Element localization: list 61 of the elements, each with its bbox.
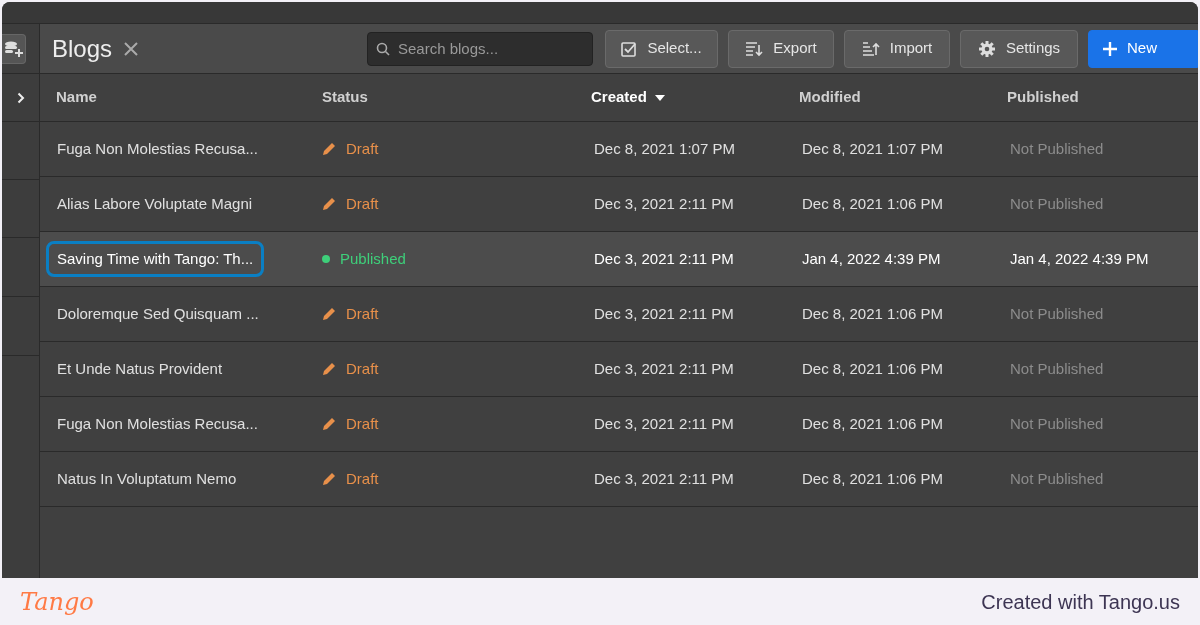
created-date: Dec 3, 2021 2:11 PM (594, 360, 734, 377)
chevron-right-icon (16, 91, 25, 104)
add-database-button[interactable] (2, 33, 26, 64)
import-icon (861, 40, 880, 57)
created-date: Dec 3, 2021 2:11 PM (594, 250, 734, 267)
published-date: Not Published (1010, 360, 1104, 377)
published-date: Not Published (1010, 470, 1104, 487)
published-date: Not Published (1010, 305, 1104, 322)
page-title: Blogs (52, 33, 113, 64)
column-header[interactable]: Created (591, 86, 647, 109)
column-header[interactable]: Name (56, 86, 97, 109)
import-button[interactable]: Import (844, 29, 950, 68)
footer-text: Created with Tango.us (981, 589, 1180, 615)
status-label: Draft (346, 468, 379, 489)
blog-name[interactable]: Saving Time with Tango: Th... (46, 240, 265, 278)
tango-logo: Tango (20, 586, 94, 618)
modified-date: Dec 8, 2021 1:06 PM (802, 415, 943, 432)
blog-name[interactable]: Natus In Voluptatum Nemo (46, 460, 248, 498)
new-button[interactable]: New (1088, 29, 1198, 68)
status-label: Draft (346, 193, 379, 214)
published-date: Jan 4, 2022 4:39 PM (1010, 250, 1149, 267)
published-date: Not Published (1010, 415, 1104, 432)
search-field[interactable]: Search blogs... (367, 31, 593, 66)
plus-icon (1103, 41, 1117, 56)
modified-date: Dec 8, 2021 1:07 PM (802, 140, 943, 157)
checkbox-icon (621, 40, 638, 57)
published-date: Not Published (1010, 140, 1104, 157)
search-icon (376, 41, 390, 56)
column-header[interactable]: Status (322, 86, 368, 109)
blog-name[interactable]: Fuga Non Molestias Recusa... (46, 130, 269, 168)
export-icon (745, 40, 764, 57)
created-date: Dec 3, 2021 2:11 PM (594, 470, 734, 487)
sort-descending-icon[interactable] (654, 94, 665, 101)
modified-date: Dec 8, 2021 1:06 PM (802, 470, 943, 487)
status-label: Draft (346, 358, 379, 379)
created-date: Dec 3, 2021 2:11 PM (594, 195, 734, 212)
close-icon[interactable] (124, 41, 139, 56)
database-add-icon (4, 39, 23, 58)
modified-date: Dec 8, 2021 1:06 PM (802, 195, 943, 212)
modified-date: Dec 8, 2021 1:06 PM (802, 305, 943, 322)
select-button[interactable]: Select... (605, 29, 718, 68)
blog-name[interactable]: Alias Labore Voluptate Magni (46, 185, 264, 223)
status-label: Draft (346, 413, 379, 434)
blog-name[interactable]: Doloremque Sed Quisquam ... (46, 295, 270, 333)
blog-name[interactable]: Fuga Non Molestias Recusa... (46, 405, 269, 443)
created-date: Dec 3, 2021 2:11 PM (594, 415, 734, 432)
column-header[interactable]: Published (1007, 86, 1079, 109)
settings-button[interactable]: Settings (960, 29, 1078, 68)
settings-icon (977, 39, 996, 58)
modified-date: Jan 4, 2022 4:39 PM (802, 250, 941, 267)
table-row[interactable]: Saving Time with Tango: Th... Published Dec 3, 2021 2:11 PM Jan 4, 2022 4:39 PM Jan 4, 2022 4:39 PM (40, 232, 1198, 287)
published-date: Not Published (1010, 195, 1104, 212)
status-label: Published (340, 248, 406, 269)
created-date: Dec 3, 2021 2:11 PM (594, 305, 734, 322)
export-button[interactable]: Export (728, 29, 834, 68)
status-label: Draft (346, 303, 379, 324)
created-date: Dec 8, 2021 1:07 PM (594, 140, 735, 157)
column-header[interactable]: Modified (799, 86, 861, 109)
blog-name[interactable]: Et Unde Natus Provident (46, 350, 234, 388)
modified-date: Dec 8, 2021 1:06 PM (802, 360, 943, 377)
status-label: Draft (346, 138, 379, 159)
